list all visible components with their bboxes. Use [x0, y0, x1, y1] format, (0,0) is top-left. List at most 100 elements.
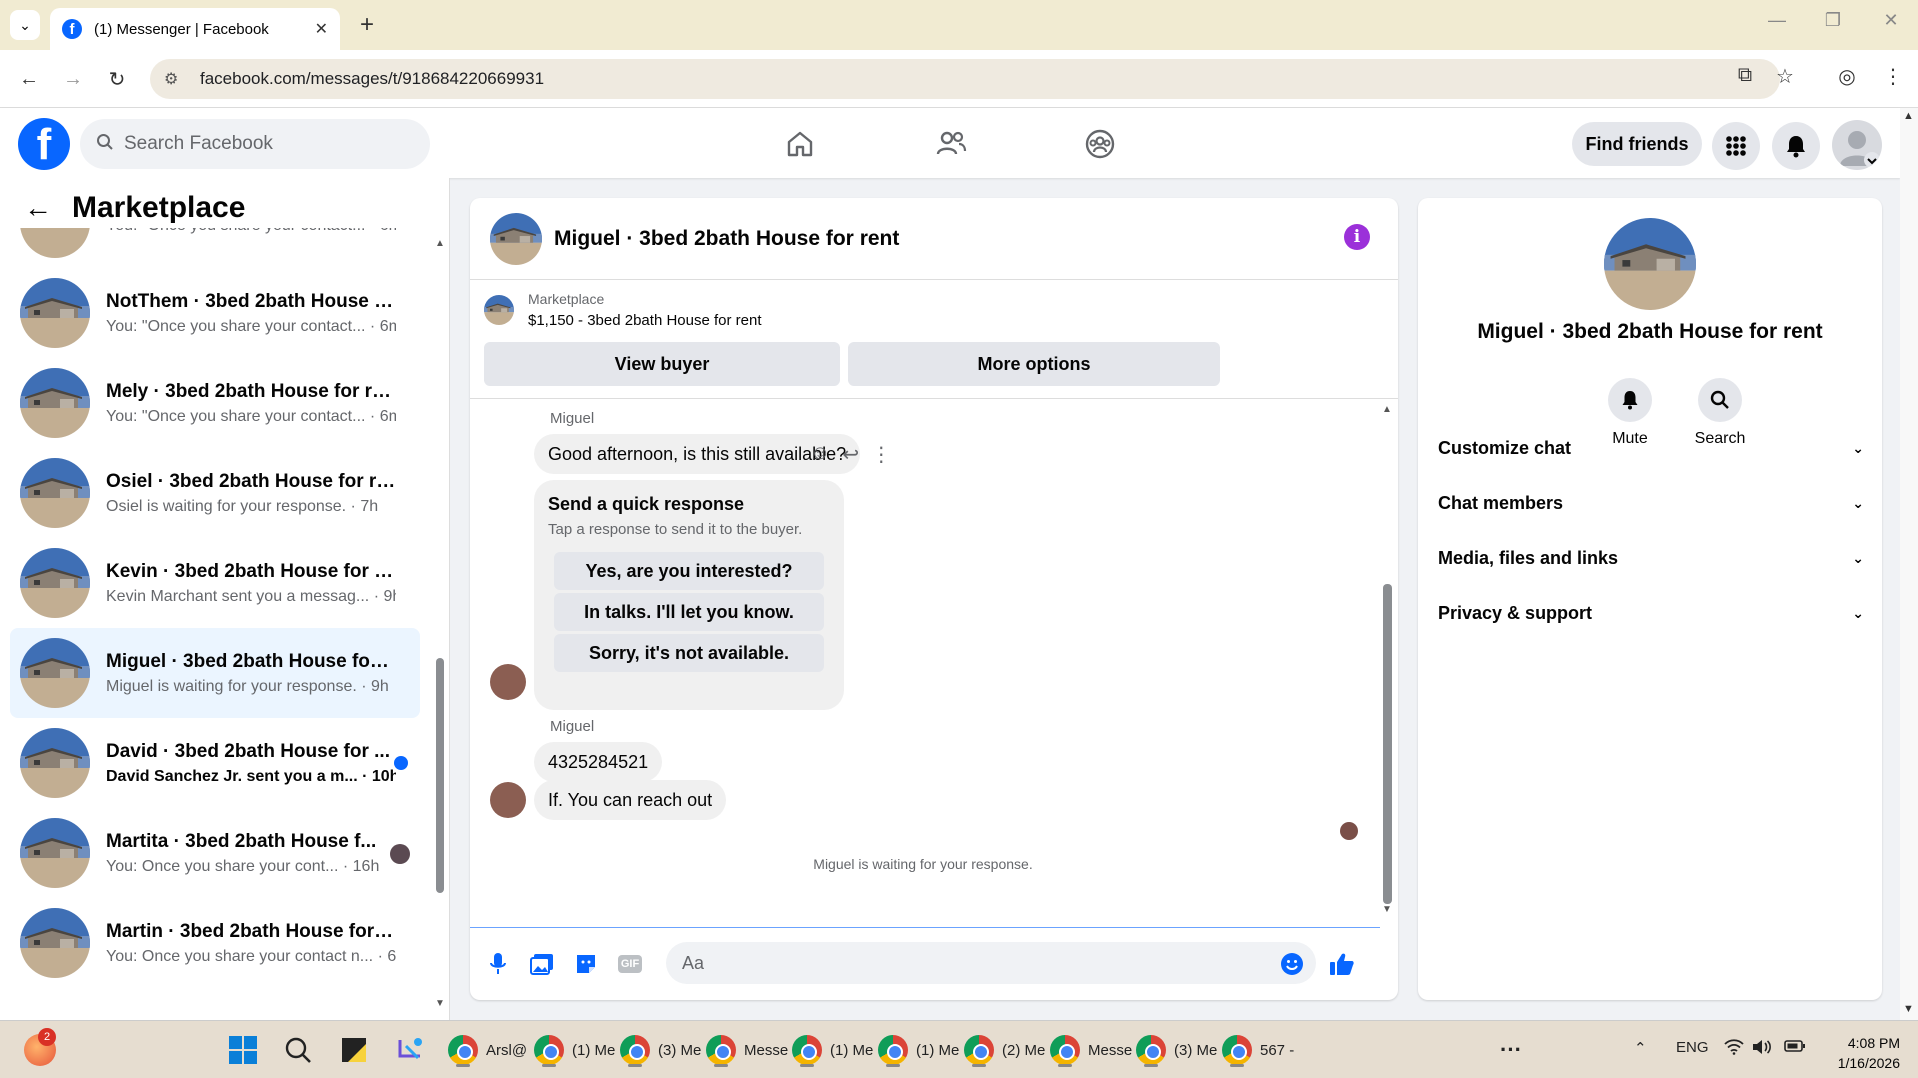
- menu-grid-icon[interactable]: [1712, 122, 1760, 170]
- install-app-icon[interactable]: ⧉: [1730, 64, 1760, 87]
- input-language[interactable]: ENG: [1676, 1039, 1709, 1056]
- home-icon[interactable]: [778, 122, 822, 166]
- contact-avatar[interactable]: [1604, 218, 1696, 310]
- sender-avatar[interactable]: [490, 782, 526, 818]
- facebook-logo-icon[interactable]: f: [18, 118, 70, 170]
- media-files-links-section[interactable]: Media, files and links ⌄: [1438, 536, 1864, 580]
- info-icon[interactable]: i: [1344, 224, 1370, 250]
- conversation-item[interactable]: Miguel · 3bed 2bath House for r... Miguel…: [10, 628, 420, 718]
- gif-icon[interactable]: GIF: [616, 950, 644, 978]
- message-bubble[interactable]: 4325284521: [534, 742, 663, 782]
- minimize-icon[interactable]: —: [1762, 10, 1792, 31]
- conversation-item[interactable]: Kevin · 3bed 2bath House for rent Kevin M…: [10, 538, 420, 628]
- quick-response-option[interactable]: Sorry, it's not available.: [554, 634, 824, 672]
- listing-summary[interactable]: Marketplace $1,150 - 3bed 2bath House fo…: [484, 290, 1384, 330]
- browser-tab-active[interactable]: f (1) Messenger | Facebook ✕: [50, 8, 340, 50]
- volume-icon[interactable]: [1752, 1039, 1772, 1059]
- taskbar-chrome-window[interactable]: (1) Me: [534, 1031, 615, 1069]
- conversation-item[interactable]: Martita · 3bed 2bath House f... You: Once…: [10, 808, 420, 898]
- quick-response-option[interactable]: In talks. I'll let you know.: [554, 593, 824, 631]
- bookmark-star-icon[interactable]: ☆: [1770, 64, 1800, 89]
- taskbar-chrome-window[interactable]: (2) Me: [964, 1031, 1045, 1069]
- photo-icon[interactable]: [528, 950, 556, 978]
- more-options-button[interactable]: More options: [848, 342, 1220, 386]
- taskbar-chrome-window[interactable]: Arsl@: [448, 1031, 527, 1069]
- conversation-item[interactable]: David · 3bed 2bath House for ... David Sa…: [10, 718, 420, 808]
- taskbar-chrome-window[interactable]: (3) Me: [1136, 1031, 1217, 1069]
- conversation-item[interactable]: Mely · 3bed 2bath House for rent You: "On…: [10, 358, 420, 448]
- chat-title[interactable]: Miguel · 3bed 2bath House for rent: [554, 227, 899, 251]
- privacy-support-section[interactable]: Privacy & support ⌄: [1438, 591, 1864, 635]
- reply-icon[interactable]: ↩: [842, 442, 859, 467]
- show-hidden-icons-icon[interactable]: ⌃: [1634, 1039, 1647, 1057]
- sticky-notes-icon[interactable]: [340, 1031, 368, 1069]
- more-icon[interactable]: ⋮: [871, 442, 891, 467]
- facebook-search[interactable]: [80, 119, 430, 169]
- chat-members-section[interactable]: Chat members ⌄: [1438, 481, 1864, 525]
- start-windows-icon[interactable]: [228, 1031, 258, 1069]
- taskbar-chrome-window[interactable]: (1) Me: [792, 1031, 873, 1069]
- close-window-icon[interactable]: ✕: [1876, 10, 1906, 31]
- conversation-item[interactable]: You: "Once you share your contact... · 6…: [10, 228, 420, 268]
- tab-search-dropdown[interactable]: ⌄: [10, 10, 40, 40]
- scroll-up-icon[interactable]: ▲: [435, 238, 445, 249]
- scroll-up-icon[interactable]: ▲: [1382, 404, 1392, 415]
- forward-icon[interactable]: →: [58, 64, 88, 94]
- message-bubble[interactable]: If. You can reach out: [534, 780, 727, 820]
- read-receipt-avatar: [1340, 822, 1358, 840]
- scroll-down-icon[interactable]: ▼: [1903, 1003, 1914, 1015]
- taskbar-chrome-window[interactable]: 567 -: [1222, 1031, 1294, 1069]
- restore-icon[interactable]: ❐: [1818, 10, 1848, 31]
- search-input[interactable]: [124, 133, 404, 155]
- running-indicator: [800, 1064, 814, 1067]
- page-scrollbar[interactable]: ▲ ▼: [1900, 108, 1918, 1020]
- chat-scrollbar[interactable]: ▲ ▼: [1380, 404, 1394, 916]
- conversation-item[interactable]: Martin · 3bed 2bath House for r... You: O…: [10, 898, 420, 988]
- quick-response-option[interactable]: Yes, are you interested?: [554, 552, 824, 590]
- conversation-item[interactable]: NotThem · 3bed 2bath House fo... You: "On…: [10, 268, 420, 358]
- taskbar-chrome-window[interactable]: (3) Me: [620, 1031, 701, 1069]
- conversation-scrollbar[interactable]: ▲ ▼: [434, 238, 446, 1009]
- react-emoji-icon[interactable]: ☺: [810, 442, 830, 467]
- battery-icon[interactable]: [1784, 1039, 1806, 1057]
- back-icon[interactable]: ←: [14, 64, 44, 94]
- scroll-thumb[interactable]: [436, 658, 444, 893]
- taskbar-chrome-window[interactable]: (1) Me: [878, 1031, 959, 1069]
- taskbar-search-icon[interactable]: [284, 1031, 312, 1069]
- scroll-down-icon[interactable]: ▼: [1382, 904, 1392, 915]
- microphone-icon[interactable]: [484, 950, 512, 978]
- customize-chat-section[interactable]: Customize chat ⌄: [1438, 426, 1864, 470]
- back-arrow-icon[interactable]: ←: [24, 192, 52, 224]
- snipping-tool-icon[interactable]: [396, 1031, 424, 1069]
- sticker-icon[interactable]: [572, 950, 600, 978]
- scroll-down-icon[interactable]: ▼: [435, 998, 445, 1009]
- conversation-item[interactable]: Osiel · 3bed 2bath House for rent Osiel i…: [10, 448, 420, 538]
- like-thumb-icon[interactable]: [1328, 950, 1356, 978]
- close-tab-icon[interactable]: ✕: [315, 19, 328, 39]
- account-avatar[interactable]: [1832, 120, 1882, 170]
- profile-icon[interactable]: ◎: [1832, 64, 1862, 89]
- browser-menu-icon[interactable]: ⋮: [1878, 64, 1908, 89]
- weather-widget[interactable]: 2: [24, 1028, 56, 1069]
- wifi-icon[interactable]: [1724, 1039, 1744, 1059]
- taskbar-chrome-window[interactable]: Messe: [706, 1031, 788, 1069]
- notifications-bell-icon[interactable]: [1772, 122, 1820, 170]
- friends-icon[interactable]: [929, 122, 973, 166]
- sender-avatar[interactable]: [490, 664, 526, 700]
- message-input[interactable]: [666, 942, 1316, 984]
- emoji-icon[interactable]: [1278, 950, 1306, 978]
- site-settings-icon[interactable]: ⚙: [164, 69, 184, 89]
- groups-icon[interactable]: [1078, 122, 1122, 166]
- taskbar-chrome-window[interactable]: Messe: [1050, 1031, 1132, 1069]
- url-bar[interactable]: ⚙ facebook.com/messages/t/91868422066993…: [150, 59, 1780, 99]
- find-friends-button[interactable]: Find friends: [1572, 122, 1702, 166]
- chat-avatar[interactable]: [490, 212, 542, 265]
- preview-time: 6d: [387, 947, 396, 965]
- taskbar-overflow-icon[interactable]: ···: [1500, 1031, 1522, 1069]
- system-clock[interactable]: 4:08 PM 1/16/2026: [1820, 1033, 1900, 1073]
- scroll-up-icon[interactable]: ▲: [1903, 110, 1914, 122]
- reload-icon[interactable]: ↻: [102, 64, 132, 94]
- new-tab-button[interactable]: +: [352, 10, 382, 40]
- scroll-thumb[interactable]: [1383, 584, 1392, 904]
- view-buyer-button[interactable]: View buyer: [484, 342, 840, 386]
